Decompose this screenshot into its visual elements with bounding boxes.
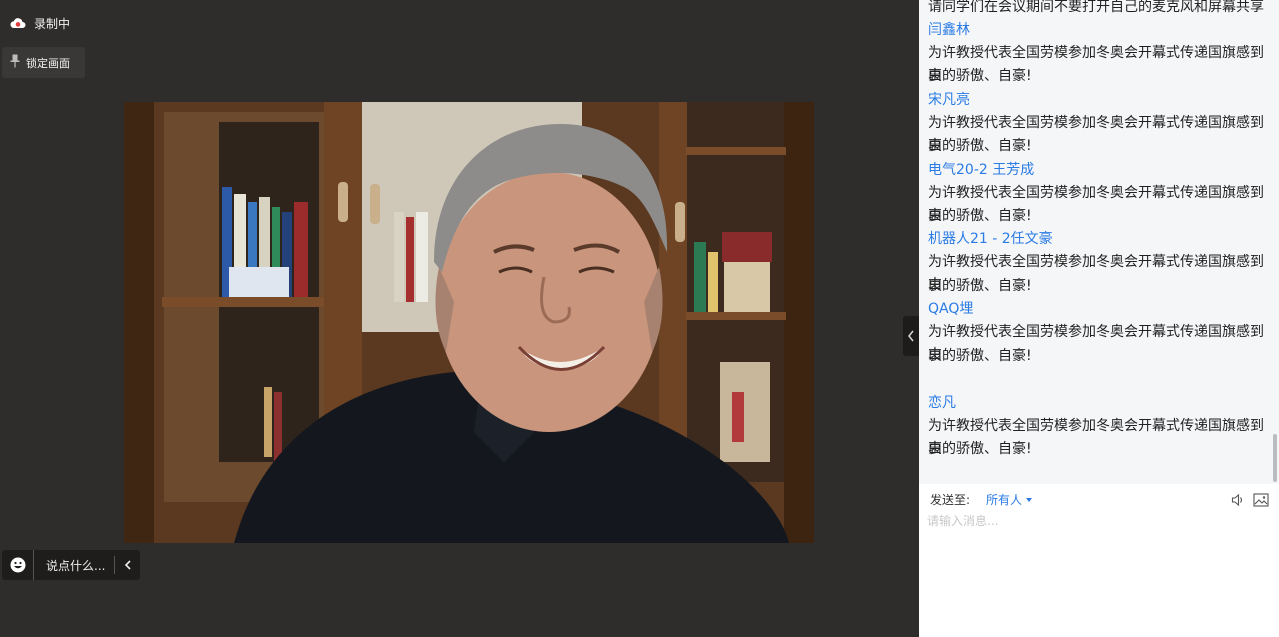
lock-view-button[interactable]: 锁定画面 [2, 47, 85, 78]
video-stage: 录制中 锁定画面 说点什么... [0, 0, 919, 637]
say-something-placeholder[interactable]: 说点什么... [34, 557, 114, 574]
message-text: 衷的骄傲、自豪! [928, 138, 1032, 154]
message-composer: 发送至: 所有人 [919, 484, 1279, 637]
message-list[interactable]: 请同学们在会议期间不要打开自己的麦克风和屏幕共享 闫鑫林 为许教授代表全国劳模参… [919, 0, 1279, 484]
message-author[interactable]: 闫鑫林 [928, 19, 1268, 42]
message-author[interactable]: 电气20-2 王芳成 [928, 159, 1268, 182]
image-icon[interactable] [1253, 492, 1269, 507]
speaker-icon[interactable] [1231, 492, 1245, 507]
pin-icon [10, 54, 20, 71]
chat-panel-toggle[interactable] [903, 316, 919, 356]
chat-panel: 请同学们在会议期间不要打开自己的麦克风和屏幕共享 闫鑫林 为许教授代表全国劳模参… [919, 0, 1279, 637]
recording-label: 录制中 [34, 16, 71, 31]
message-author[interactable]: 宋凡亮 [928, 89, 1268, 112]
recording-indicator: 录制中 [10, 12, 70, 34]
message-input[interactable] [927, 512, 1271, 622]
caret-down-icon [1026, 497, 1033, 502]
chevron-left-icon[interactable] [114, 556, 140, 574]
message-text: 衷的骄傲、自豪! [928, 278, 1032, 294]
message-text: 衷的骄傲、自豪! [928, 208, 1032, 224]
say-something-bar[interactable]: 说点什么... [2, 550, 140, 580]
cloud-record-icon [10, 17, 26, 29]
message-author[interactable]: 机器人21 - 2任文豪 [928, 228, 1268, 251]
chevron-left-icon [908, 330, 914, 342]
send-to-label: 发送至: [930, 493, 971, 507]
send-to-value: 所有人 [986, 493, 1023, 507]
smiley-icon[interactable] [2, 550, 34, 580]
message-text: 衷的骄傲、自豪! [928, 441, 1032, 457]
message-author[interactable]: QAQ埋 [928, 298, 1268, 321]
message-scrollbar[interactable] [1273, 434, 1277, 482]
send-to-dropdown[interactable]: 所有人 [986, 491, 1033, 508]
message-author[interactable]: 恋凡 [928, 392, 1268, 415]
message-text: 衷的骄傲、自豪! [928, 348, 1032, 364]
system-notice: 请同学们在会议期间不要打开自己的麦克风和屏幕共享 [928, 0, 1264, 15]
speaker-video [124, 102, 814, 543]
message-text: 衷的骄傲、自豪! [928, 68, 1032, 84]
lock-view-label: 锁定画面 [26, 56, 70, 70]
